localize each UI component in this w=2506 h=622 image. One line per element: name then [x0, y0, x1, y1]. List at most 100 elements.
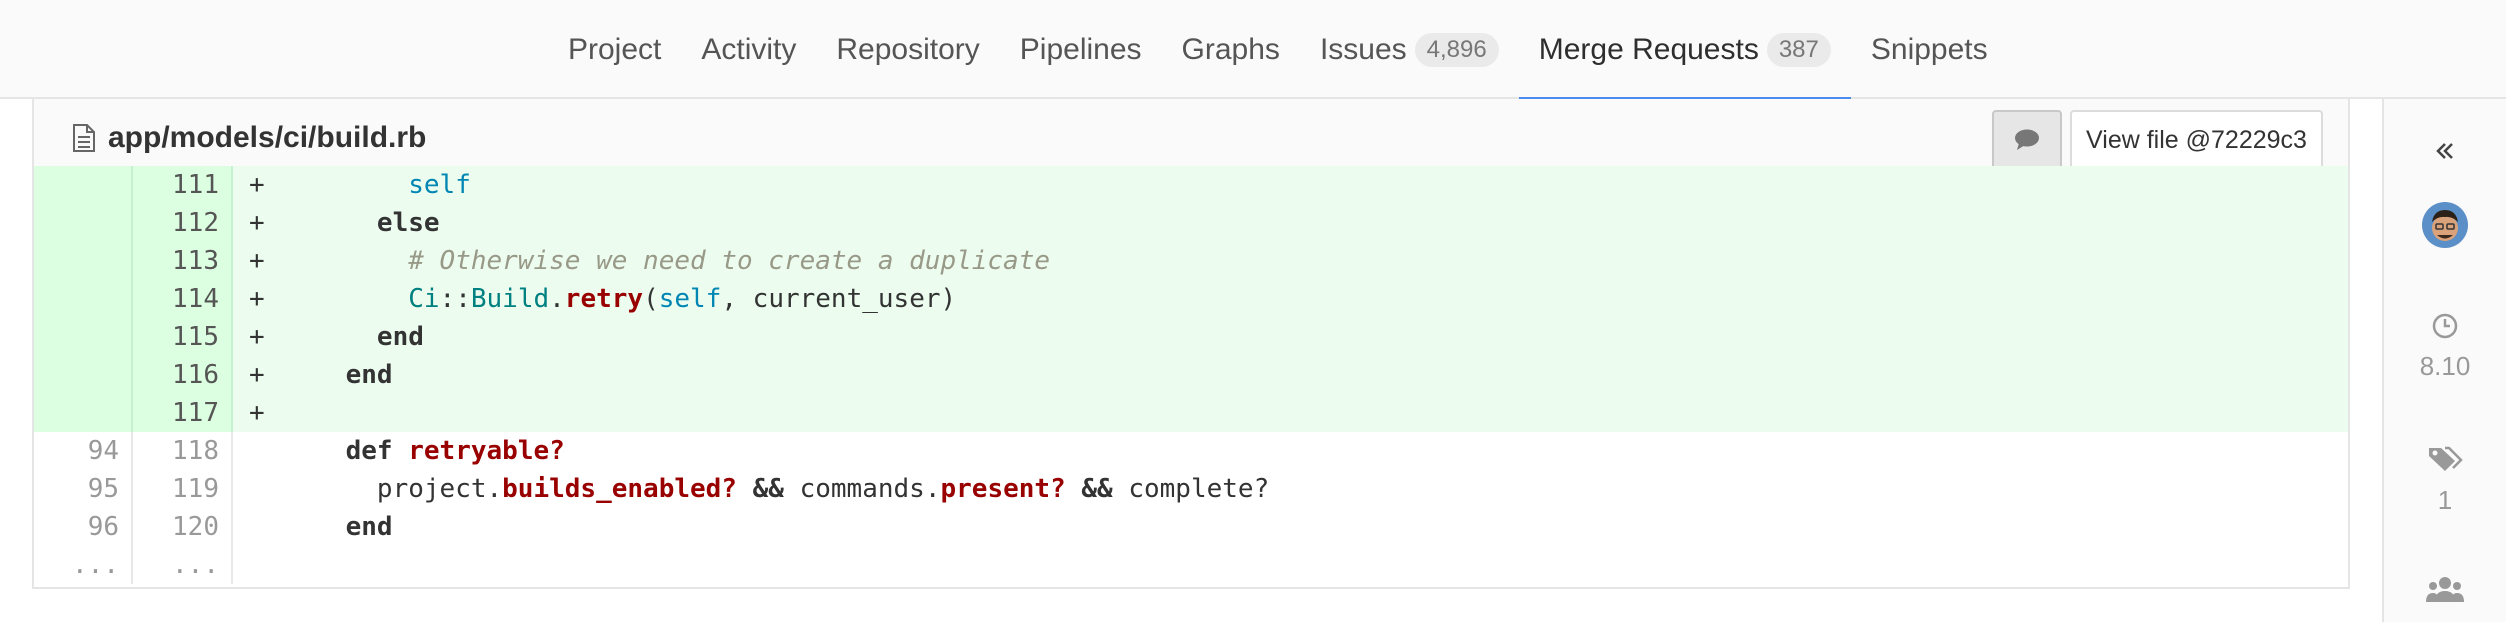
code-token: . — [549, 284, 565, 314]
diff-line: 114 + Ci::Build.retry(self, current_user… — [34, 280, 2348, 318]
new-line-number[interactable]: 112 — [133, 204, 233, 242]
tab-project[interactable]: Project — [548, 0, 681, 99]
file-path: app/models/ci/build.rb — [108, 121, 427, 154]
tab-label: Graphs — [1181, 32, 1280, 66]
old-line-number[interactable] — [34, 204, 133, 242]
diff-sign: + — [249, 208, 265, 238]
new-line-number[interactable]: 115 — [133, 318, 233, 356]
line-code: + Ci::Build.retry(self, current_user) — [233, 280, 2348, 318]
code-token: retryable? — [408, 436, 565, 466]
merge-requests-count-badge: 387 — [1766, 32, 1831, 67]
code-token: self — [658, 284, 722, 314]
old-line-number[interactable] — [34, 356, 133, 394]
view-file-button[interactable]: View file @72229c3 — [2070, 110, 2323, 170]
code-token: end — [376, 322, 424, 352]
clock-icon — [2432, 313, 2458, 339]
line-code: end — [233, 508, 2348, 546]
tab-graphs[interactable]: Graphs — [1162, 0, 1300, 99]
diff-sign: + — [249, 398, 265, 428]
expand-new-marker[interactable]: ... — [133, 546, 233, 584]
code-token: def — [345, 436, 393, 466]
new-line-number[interactable]: 116 — [133, 356, 233, 394]
code-token: :: — [439, 284, 471, 314]
diff-sign: + — [249, 360, 265, 390]
file-title: app/models/ci/build.rb — [72, 121, 426, 155]
tab-issues[interactable]: Issues 4,896 — [1300, 0, 1519, 99]
code-token: builds_enabled? — [502, 474, 737, 504]
diff-line: 115 + end — [34, 318, 2348, 356]
tab-label: Issues — [1319, 32, 1407, 66]
old-line-number[interactable] — [34, 166, 133, 204]
code-token: self — [408, 170, 471, 200]
milestone[interactable]: 8.10 — [2384, 312, 2506, 382]
right-sidebar: 8.10 1 — [2382, 99, 2506, 622]
milestone-value: 8.10 — [2419, 351, 2471, 381]
diff-expand-line[interactable]: ... ... — [34, 546, 2348, 584]
diff-line: 112 + else — [34, 204, 2348, 242]
tab-label: Snippets — [1870, 32, 1988, 66]
code-token: end — [345, 512, 393, 542]
tab-label: Project — [568, 32, 662, 66]
code-token: ( — [643, 284, 659, 314]
new-line-number[interactable]: 117 — [133, 394, 233, 432]
diff-line: 94 118 def retryable? — [34, 432, 2348, 470]
collapse-sidebar-button[interactable] — [2384, 139, 2506, 170]
diff-line: 111 + self — [34, 166, 2348, 204]
project-nav: Project Activity Repository Pipelines Gr… — [0, 0, 2506, 101]
expand-old-marker[interactable]: ... — [34, 546, 133, 584]
new-line-number[interactable]: 119 — [133, 470, 233, 508]
participants[interactable] — [2384, 574, 2506, 611]
code-token: && — [752, 474, 784, 504]
tab-activity[interactable]: Activity — [681, 0, 816, 99]
line-code: def retryable? — [233, 432, 2348, 470]
comment-icon — [2015, 129, 2039, 150]
line-code: + self — [233, 166, 2348, 204]
code-token: , current_user) — [721, 284, 957, 314]
code-token: project. — [376, 474, 503, 504]
users-icon — [2426, 577, 2464, 602]
code-token: Build — [470, 284, 550, 314]
code-token: else — [376, 208, 440, 238]
tab-merge-requests[interactable]: Merge Requests 387 — [1518, 0, 1852, 101]
line-code: + else — [233, 204, 2348, 242]
tab-label: Repository — [836, 32, 980, 66]
new-line-number[interactable]: 120 — [133, 508, 233, 546]
line-code: + — [233, 394, 2348, 432]
old-line-number[interactable]: 96 — [34, 508, 133, 546]
labels[interactable]: 1 — [2384, 444, 2506, 516]
tab-label: Activity — [701, 32, 797, 66]
tab-snippets[interactable]: Snippets — [1851, 0, 2008, 99]
assignee[interactable] — [2384, 202, 2506, 255]
nav-tabs: Project Activity Repository Pipelines Gr… — [548, 0, 2008, 101]
old-line-number[interactable] — [34, 394, 133, 432]
diff-line: 96 120 end — [34, 508, 2348, 546]
code-token: && — [1081, 474, 1113, 504]
tab-label: Pipelines — [1019, 32, 1142, 66]
main-content: app/models/ci/build.rb View file @72229c… — [0, 99, 2382, 622]
diff-sign: + — [249, 170, 265, 200]
line-code: + end — [233, 318, 2348, 356]
new-line-number[interactable]: 113 — [133, 242, 233, 280]
labels-count: 1 — [2437, 485, 2453, 515]
line-code — [233, 546, 2348, 584]
tab-repository[interactable]: Repository — [816, 0, 999, 99]
old-line-number[interactable]: 95 — [34, 470, 133, 508]
new-line-number[interactable]: 111 — [133, 166, 233, 204]
old-line-number[interactable] — [34, 242, 133, 280]
diff-line: 117 + — [34, 394, 2348, 432]
code-comment: # Otherwise we need to create a duplicat… — [408, 246, 1051, 276]
line-code: + end — [233, 356, 2348, 394]
tab-pipelines[interactable]: Pipelines — [1000, 0, 1162, 99]
tags-icon — [2429, 446, 2463, 471]
old-line-number[interactable]: 94 — [34, 432, 133, 470]
toggle-comments-button[interactable] — [1992, 110, 2062, 170]
diff-file: app/models/ci/build.rb View file @72229c… — [32, 99, 2350, 589]
file-text-icon — [73, 124, 95, 152]
old-line-number[interactable] — [34, 280, 133, 318]
new-line-number[interactable]: 114 — [133, 280, 233, 318]
new-line-number[interactable]: 118 — [133, 432, 233, 470]
code-token: present? — [940, 474, 1066, 504]
diff-sign: + — [249, 246, 265, 276]
code-token: Ci — [408, 284, 440, 314]
old-line-number[interactable] — [34, 318, 133, 356]
